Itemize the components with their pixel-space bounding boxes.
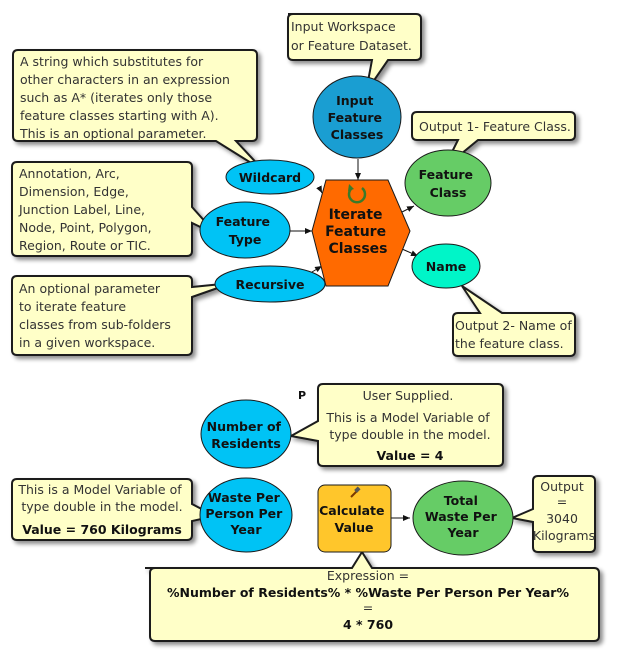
- callout-waste: This is a Model Variable of type double …: [11, 478, 218, 541]
- callout-output: Output = 3040 Kilograms: [508, 475, 596, 553]
- svg-text:Expression =: Expression =: [327, 568, 409, 583]
- node-feature-class-output[interactable]: Feature Class: [404, 149, 492, 217]
- callout-expression: Expression = %Number of Residents% * %Wa…: [145, 550, 600, 642]
- svg-text:Value = 760 Kilograms: Value = 760 Kilograms: [22, 522, 182, 537]
- callout-wildcard: A string which substitutes for other cha…: [12, 49, 265, 172]
- node-wildcard[interactable]: Wildcard: [225, 159, 315, 195]
- svg-text:Name: Name: [426, 259, 466, 274]
- model-diagram: Input Workspace or Feature Dataset. A st…: [11, 13, 600, 642]
- callout-text: A string which substitutes for other cha…: [19, 54, 234, 141]
- svg-text:4 * 760: 4 * 760: [343, 617, 393, 632]
- callout-output-2: Output 2- Name of the feature class.: [452, 285, 576, 357]
- connector-iterate-to-featureclass: [401, 205, 415, 213]
- svg-text:Input Feature Clas: Input Feature Classes: [328, 93, 387, 142]
- tool-iterate-feature-classes[interactable]: Iterate Feature Classes: [311, 179, 411, 287]
- tool-calculate-value[interactable]: Calculate Value: [317, 484, 392, 553]
- callout-recursive: An optional parameter to iterate feature…: [11, 275, 233, 356]
- node-number-of-residents[interactable]: Number of Residents: [200, 399, 292, 469]
- callout-feature-type: Annotation, Arc, Dimension, Edge, Juncti…: [11, 161, 218, 257]
- svg-text:Wildcard: Wildcard: [239, 170, 301, 185]
- parameter-marker: P: [298, 389, 306, 402]
- node-total-waste-per-year[interactable]: Total Waste Per Year: [412, 480, 514, 556]
- connector-wildcard-to-iterate: [316, 185, 323, 194]
- node-waste-per-person-per-year[interactable]: Waste Per Person Per Year: [199, 477, 293, 553]
- svg-text:Recursive: Recursive: [236, 277, 305, 292]
- svg-text:%Number of Residents% * %Waste: %Number of Residents% * %Waste Per Perso…: [167, 585, 569, 600]
- connector-iterate-to-name: [401, 248, 419, 257]
- svg-text:Value = 4: Value = 4: [377, 448, 444, 463]
- node-recursive[interactable]: Recursive: [214, 265, 326, 303]
- connector-recursive-to-iterate: [311, 265, 323, 273]
- svg-text:Iterate Feature Cl: Iterate Feature Classes: [325, 207, 391, 257]
- callout-text: Output 1- Feature Class.: [419, 119, 571, 134]
- node-feature-type[interactable]: Feature Type: [199, 201, 291, 259]
- node-input-feature-classes[interactable]: Input Feature Classes: [312, 75, 402, 159]
- node-name-output[interactable]: Name: [411, 243, 481, 289]
- callout-residents: User Supplied. This is a Model Variable …: [288, 383, 504, 467]
- svg-text:=: =: [363, 600, 373, 615]
